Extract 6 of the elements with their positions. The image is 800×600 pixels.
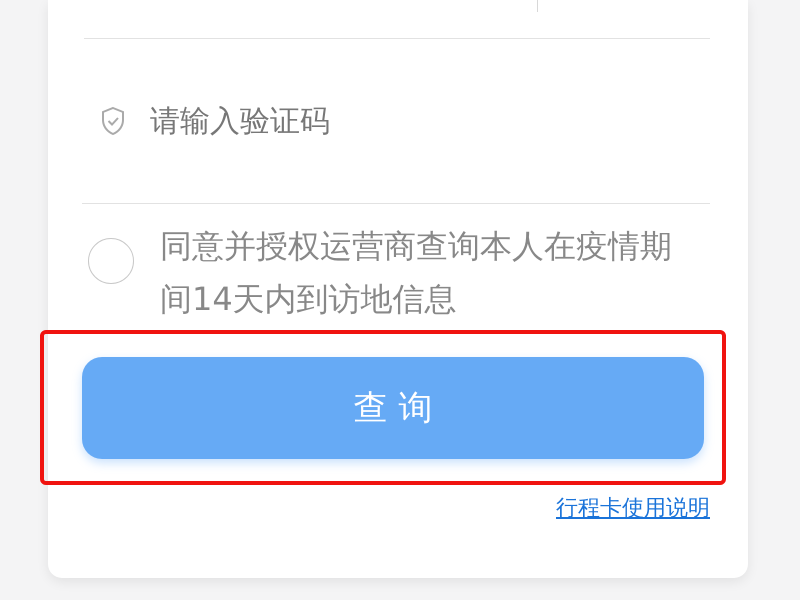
shield-icon bbox=[100, 106, 126, 136]
code-field[interactable]: 请输入验证码 bbox=[148, 102, 632, 140]
guide-link[interactable]: 行程卡使用说明 bbox=[556, 493, 710, 523]
query-button[interactable]: 查 询 bbox=[82, 356, 704, 458]
consent-radio[interactable] bbox=[88, 238, 134, 284]
consent-text: 同意并授权运营商查询本人在疫情期间14天内到访地信息 bbox=[160, 226, 673, 320]
